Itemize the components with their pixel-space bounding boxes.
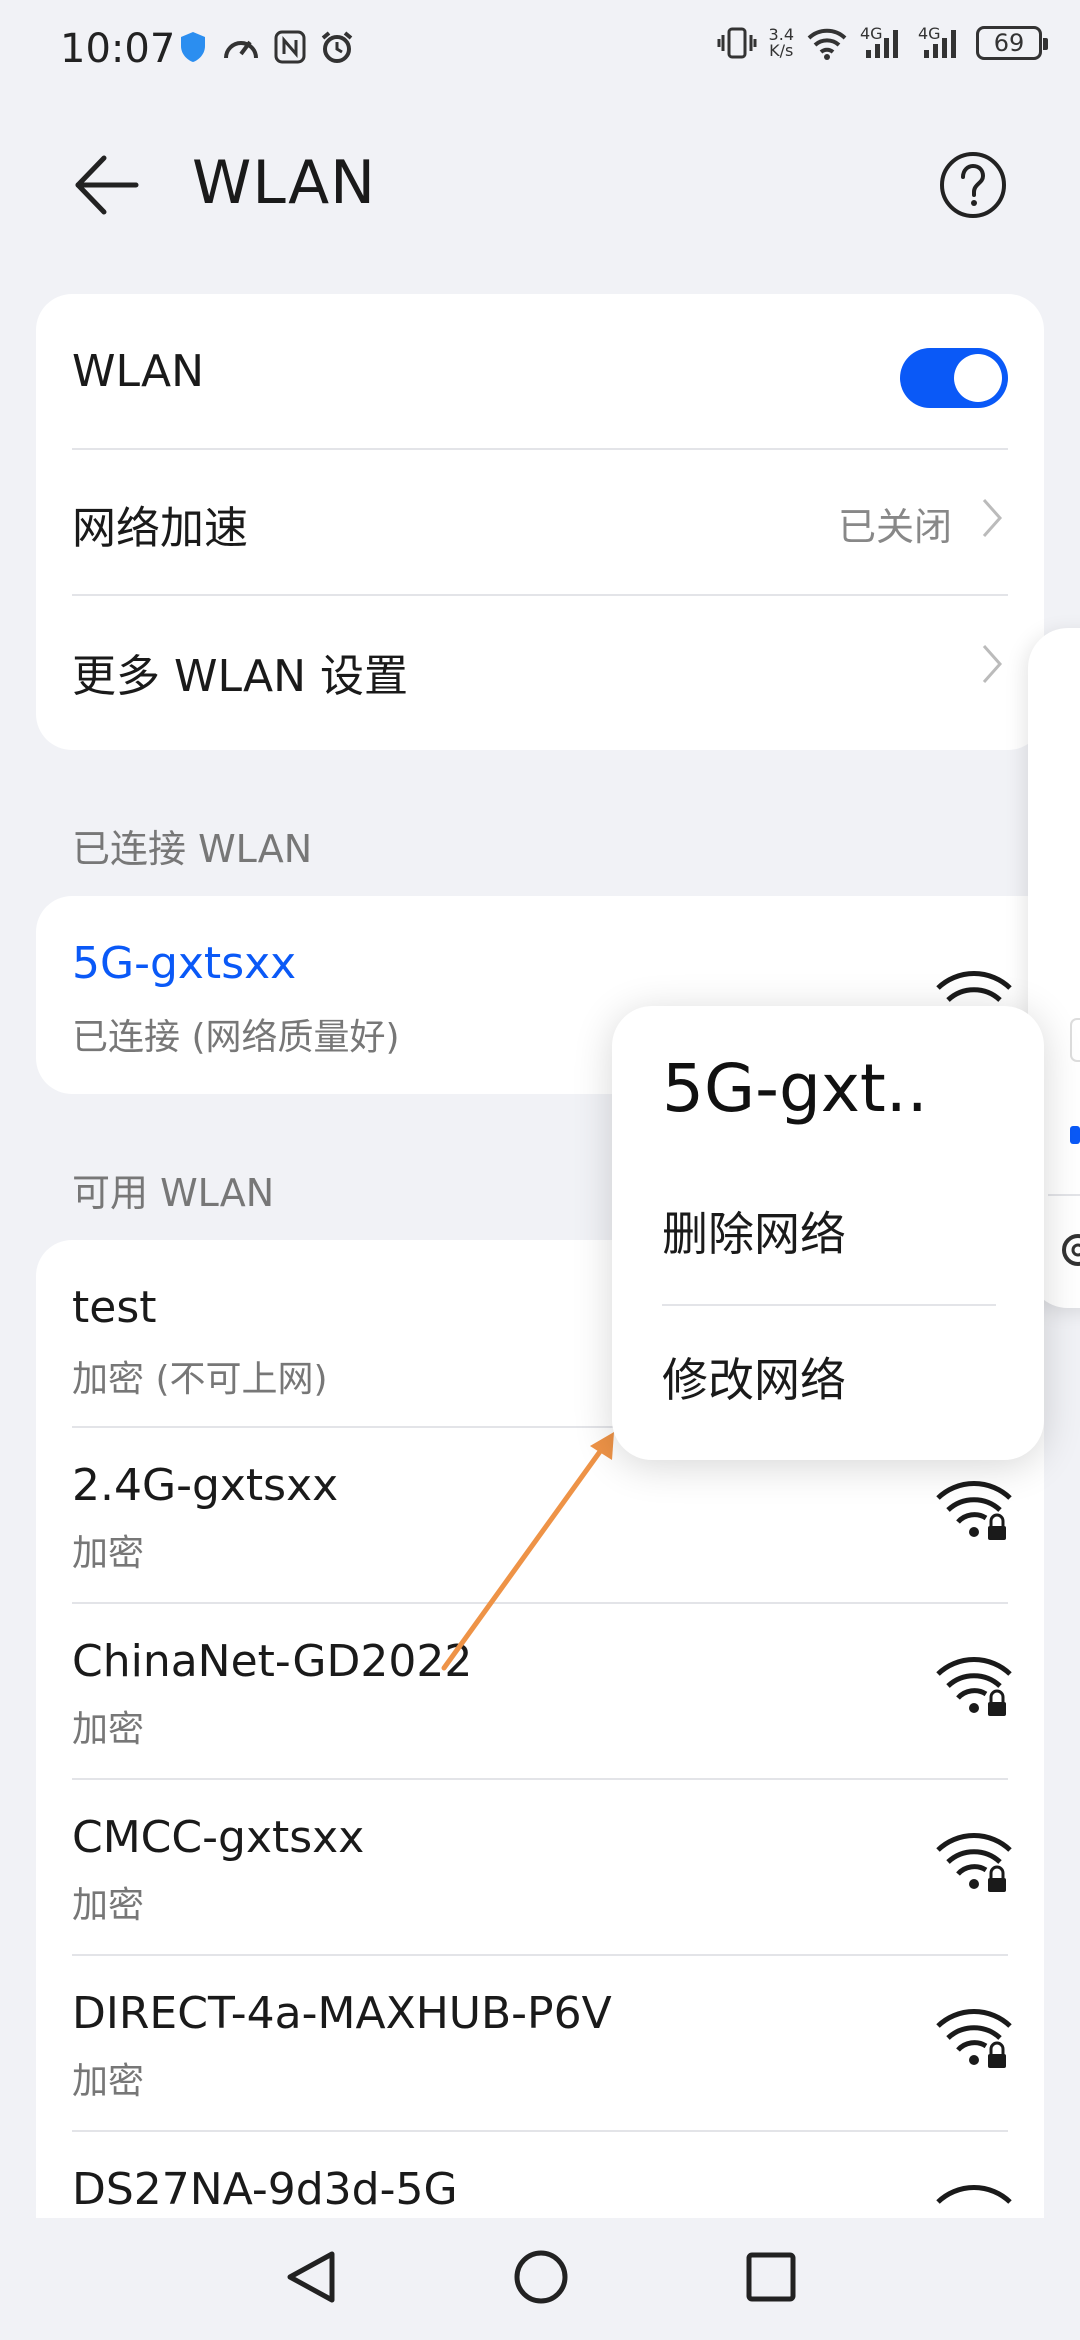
battery-indicator: 69: [976, 26, 1048, 60]
nav-back-icon[interactable]: [282, 2248, 340, 2306]
signal-bars-icon: [866, 30, 898, 58]
network-row[interactable]: CMCC-gxtsxx 加密: [36, 1780, 1044, 1954]
shield-icon: [181, 32, 205, 62]
network-name: ChinaNet-GD2022: [72, 1636, 473, 1687]
divider: [662, 1304, 996, 1306]
side-panel-accent-bar: [1070, 1126, 1080, 1144]
network-accel-row[interactable]: 网络加速 已关闭: [36, 450, 1044, 594]
nfc-icon: [274, 30, 306, 64]
network-status: 加密: [72, 2061, 145, 2102]
wlan-settings-card: WLAN 网络加速 已关闭 更多 WLAN 设置: [36, 294, 1044, 750]
speedometer-icon: [224, 40, 258, 59]
network-row[interactable]: ChinaNet-GD2022 加密: [36, 1604, 1044, 1778]
nav-home-icon[interactable]: [512, 2248, 570, 2306]
network-row[interactable]: DIRECT-4a-MAXHUB-P6V 加密: [36, 1956, 1044, 2130]
settings-gear-icon[interactable]: [1056, 1228, 1080, 1272]
status-time: 10:07: [60, 26, 176, 72]
wifi-locked-icon: [936, 1657, 1012, 1716]
more-wlan-settings-row[interactable]: 更多 WLAN 设置: [36, 596, 1044, 746]
network-status: 加密 (不可上网): [72, 1359, 328, 1400]
wifi-locked-icon: [936, 1481, 1012, 1540]
chevron-right-icon: [982, 645, 1003, 683]
status-icons-left: [178, 30, 354, 64]
context-menu-title: 5G-gxt..: [662, 1050, 928, 1127]
nav-recents-icon[interactable]: [742, 2248, 800, 2306]
network-speed-unit: K/s: [769, 41, 794, 60]
status-bar: 10:07 3.4 K/s 4G 4G 69: [0, 0, 1080, 100]
more-wlan-settings-label: 更多 WLAN 设置: [72, 651, 409, 702]
wifi-status-icon: [807, 28, 847, 60]
network-speed: 3.4 K/s: [769, 27, 794, 59]
connected-section-title: 已连接 WLAN: [72, 827, 313, 871]
network-context-menu: 5G-gxt.. 删除网络 修改网络: [612, 1006, 1044, 1460]
help-icon[interactable]: [938, 150, 1008, 220]
connected-network-status: 已连接 (网络质量好): [72, 1017, 400, 1058]
wlan-toggle-label: WLAN: [72, 346, 205, 397]
signal-2: 4G: [918, 26, 964, 60]
network-accel-value: 已关闭: [837, 505, 952, 549]
network-name: 2.4G-gxtsxx: [72, 1460, 339, 1511]
delete-network-option[interactable]: 删除网络: [662, 1198, 846, 1264]
chevron-right-icon: [982, 499, 1003, 537]
signal-bars-icon: [924, 30, 956, 58]
navigation-bar: [0, 2218, 1080, 2340]
wifi-locked-icon: [936, 2009, 1012, 2068]
network-name: CMCC-gxtsxx: [72, 1812, 365, 1863]
available-section-title: 可用 WLAN: [72, 1171, 275, 1215]
network-name: DIRECT-4a-MAXHUB-P6V: [72, 1988, 612, 2039]
network-name: DS27NA-9d3d-5G: [72, 2164, 458, 2215]
back-arrow-icon[interactable]: [70, 150, 140, 220]
vibrate-icon: [717, 27, 757, 59]
wlan-toggle-switch[interactable]: [900, 348, 1008, 408]
connected-network-name: 5G-gxtsxx: [72, 938, 297, 989]
modify-network-option[interactable]: 修改网络: [662, 1344, 846, 1410]
page-title: WLAN: [192, 148, 377, 218]
network-accel-label: 网络加速: [72, 503, 248, 554]
signal-1: 4G: [860, 26, 906, 60]
battery-level: 69: [993, 29, 1025, 57]
wlan-toggle-row[interactable]: WLAN: [36, 294, 1044, 444]
side-panel-slider-thumb: [1070, 1018, 1080, 1062]
wifi-locked-icon: [936, 1833, 1012, 1892]
side-panel-divider: [1048, 1194, 1080, 1196]
status-icons-right: 3.4 K/s 4G 4G 69: [717, 26, 1048, 60]
network-status: 加密: [72, 1533, 145, 1574]
network-name: test: [72, 1282, 157, 1333]
alarm-icon: [321, 31, 353, 63]
network-status: 加密: [72, 1709, 145, 1750]
network-status: 加密: [72, 1885, 145, 1926]
